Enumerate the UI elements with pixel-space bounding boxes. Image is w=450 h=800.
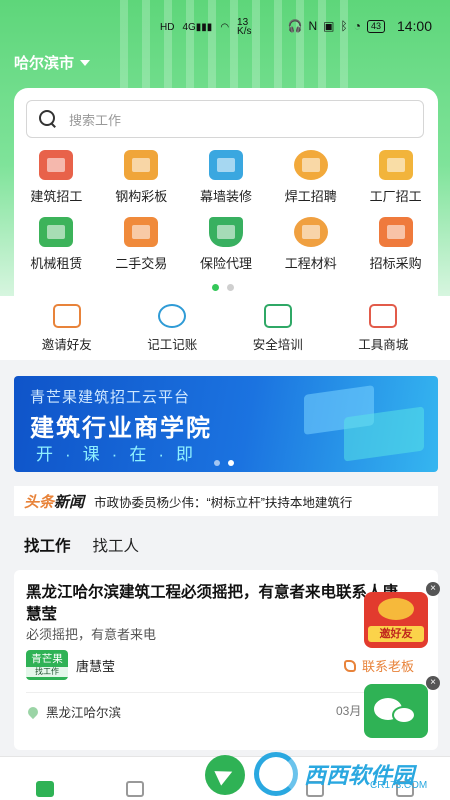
curtain-wall-icon bbox=[208, 150, 243, 180]
contact-boss-button[interactable]: 联系老板 bbox=[344, 656, 414, 675]
home-icon bbox=[36, 781, 54, 797]
network-speed: 13 K/s bbox=[237, 17, 252, 37]
quick-tool-mall[interactable]: 工具商城 bbox=[331, 296, 437, 360]
machine-icon bbox=[39, 217, 74, 247]
ledger-icon bbox=[158, 303, 187, 328]
battery-icon: 43 bbox=[366, 19, 385, 33]
category-item[interactable]: 建筑招工 bbox=[14, 150, 99, 205]
category-grid: 建筑招工 钢构彩板 幕墙装修 焊工招聘 工厂招工 机械租赁 二手交易 保险代理 … bbox=[14, 150, 438, 272]
pager-dot-active bbox=[212, 284, 219, 291]
alarm-icon: ◔ bbox=[353, 19, 361, 33]
category-card: 搜索工作 建筑招工 钢构彩板 幕墙装修 焊工招聘 工厂招工 机械租赁 二手交易 … bbox=[14, 88, 438, 296]
close-icon[interactable]: × bbox=[426, 676, 440, 690]
category-item[interactable]: 钢构彩板 bbox=[99, 150, 184, 205]
banner-title: 建筑行业商学院 bbox=[30, 415, 212, 442]
category-item[interactable]: 工程材料 bbox=[268, 217, 353, 272]
category-item[interactable]: 二手交易 bbox=[99, 217, 184, 272]
hd-icon: HD bbox=[160, 21, 175, 33]
tab-home[interactable]: 首页 bbox=[0, 757, 90, 800]
wifi-icon: ◠ bbox=[220, 21, 230, 33]
status-left: HD 4G▮▮▮ ◠ 13 K/s bbox=[160, 17, 252, 37]
banner-tagline: 开·课·在·即 bbox=[36, 445, 205, 464]
category-item[interactable]: 幕墙装修 bbox=[184, 150, 269, 205]
banner-subtitle: 青芒果建筑招工云平台 bbox=[30, 389, 191, 406]
job-date: 03月 bbox=[336, 704, 362, 718]
category-pager bbox=[212, 284, 234, 291]
site-watermark: 西西软件园 CR173.COM bbox=[254, 748, 434, 800]
vibrate-icon: ▣ bbox=[323, 19, 335, 33]
bluetooth-icon: ᛒ bbox=[340, 19, 348, 33]
watermark-url: CR173.COM bbox=[370, 780, 428, 791]
category-item[interactable]: 保险代理 bbox=[184, 217, 269, 272]
signal-icon: 4G▮▮▮ bbox=[182, 21, 213, 33]
banner-pager bbox=[214, 460, 234, 466]
status-icons: 🎧 N ▣ ᛒ ◔ 43 bbox=[288, 19, 385, 33]
location-pin-icon bbox=[25, 704, 41, 719]
headline-news[interactable]: 头条新闻 市政协委员杨少伟：“树标立杆”扶持本地建筑行 bbox=[14, 486, 438, 516]
category-item[interactable]: 招标采购 bbox=[353, 217, 438, 272]
quick-invite-friends[interactable]: 邀请好友 bbox=[14, 296, 120, 360]
tab-find-worker[interactable]: 找工人 bbox=[93, 534, 140, 556]
job-tabs: 找工作 找工人 bbox=[24, 534, 139, 556]
tab-find-job[interactable]: 找工作 bbox=[24, 534, 71, 556]
search-icon bbox=[39, 110, 57, 128]
shield-icon bbox=[208, 217, 243, 247]
job-description: 必须摇把，有意者来电 bbox=[26, 627, 157, 642]
pager-dot-active bbox=[228, 460, 234, 466]
job-location: 黑龙江哈尔滨 bbox=[25, 702, 121, 721]
quick-actions: 邀请好友 记工记账 安全培训 工具商城 bbox=[0, 296, 450, 360]
invite-friends-float[interactable]: 邀好友 bbox=[364, 592, 428, 648]
watermark-logo-icon bbox=[254, 752, 298, 796]
close-icon[interactable]: × bbox=[426, 582, 440, 596]
poster-name: 唐慧莹 bbox=[76, 659, 116, 674]
quick-safety-training[interactable]: 安全培训 bbox=[225, 296, 331, 360]
phone-icon bbox=[344, 659, 356, 672]
send-icon bbox=[205, 755, 245, 795]
building-icon bbox=[39, 150, 74, 180]
promo-banner[interactable]: 青芒果建筑招工云平台 建筑行业商学院 开·课·在·即 bbox=[14, 376, 438, 472]
nfc-icon: N bbox=[308, 19, 318, 33]
wechat-icon-bubble bbox=[392, 706, 416, 724]
invite-float-label: 邀好友 bbox=[368, 626, 424, 642]
news-text: 市政协委员杨少伟：“树标立杆”扶持本地建筑行 bbox=[94, 495, 353, 510]
factory-icon bbox=[378, 150, 413, 180]
red-envelope-icon bbox=[378, 598, 414, 620]
category-item[interactable]: 焊工招聘 bbox=[268, 150, 353, 205]
insurance-icon bbox=[126, 781, 144, 797]
status-time: 14:00 bbox=[396, 18, 432, 34]
document-icon bbox=[378, 217, 413, 247]
job-title: 黑龙江哈尔滨建筑工程必须摇把，有意者来电联系人唐慧莹 bbox=[26, 584, 399, 623]
city-name: 哈尔滨市 bbox=[14, 55, 75, 72]
headphones-icon: 🎧 bbox=[287, 19, 303, 33]
status-bar: HD 4G▮▮▮ ◠ 13 K/s 🎧 N ▣ ᛒ ◔ 43 14:00 bbox=[0, 0, 450, 52]
pager-dot bbox=[227, 284, 234, 291]
poster-avatar: 青芒果 找工作 bbox=[26, 650, 68, 680]
pager-dot bbox=[214, 460, 220, 466]
pipes-icon bbox=[293, 217, 328, 247]
category-item[interactable]: 工厂招工 bbox=[353, 150, 438, 205]
shopping-bag-icon bbox=[124, 217, 159, 247]
city-selector[interactable]: 哈尔滨市 bbox=[14, 52, 91, 73]
steel-panel-icon bbox=[124, 150, 159, 180]
category-item[interactable]: 机械租赁 bbox=[14, 217, 99, 272]
quick-work-ledger[interactable]: 记工记账 bbox=[120, 296, 226, 360]
search-placeholder: 搜索工作 bbox=[69, 112, 122, 128]
wechat-float[interactable] bbox=[364, 684, 428, 738]
search-input[interactable]: 搜索工作 bbox=[26, 100, 424, 138]
tab-insurance[interactable]: 保险 bbox=[90, 757, 180, 800]
news-tag: 头条新闻 bbox=[24, 493, 85, 511]
toolbox-icon bbox=[369, 303, 398, 328]
chevron-down-icon bbox=[80, 59, 91, 66]
book-icon bbox=[263, 303, 292, 328]
invite-icon bbox=[52, 303, 81, 328]
welding-mask-icon bbox=[293, 150, 328, 180]
